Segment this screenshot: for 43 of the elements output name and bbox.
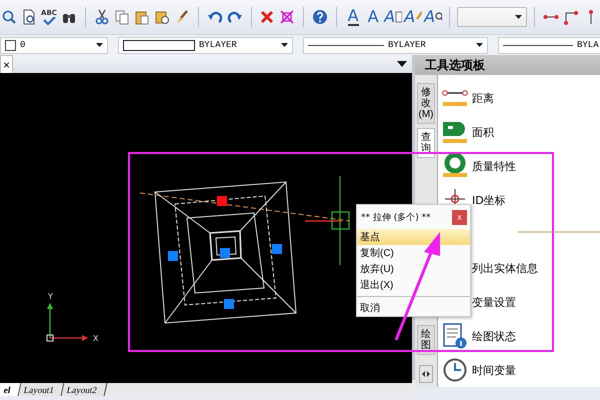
close-tab-button[interactable]: × — [0, 55, 14, 73]
palette-side-tab[interactable]: 查询 — [417, 128, 435, 158]
layer-dropdown[interactable]: 0 — [0, 36, 108, 54]
y-axis-label: Y — [48, 292, 53, 301]
palette-side-tab[interactable]: 绘图 — [417, 325, 435, 355]
palette-tool-item[interactable]: 质量特性 — [442, 149, 600, 183]
grip-marker[interactable] — [272, 244, 282, 254]
caret-icon — [281, 43, 288, 47]
palette-tool-item[interactable]: 时间变量 — [442, 353, 600, 387]
grip-marker[interactable] — [168, 251, 178, 261]
grip-marker[interactable] — [224, 299, 234, 309]
clock-icon — [442, 357, 468, 383]
grip-marker[interactable] — [217, 196, 227, 206]
linetype-dropdown[interactable]: BYLAYER — [303, 36, 488, 54]
layout-tab[interactable]: Layout2 — [61, 383, 107, 396]
menu-item[interactable]: 复制(C) — [357, 245, 470, 261]
grip-marker[interactable] — [220, 248, 230, 258]
menu-item[interactable]: 放弃(U) — [357, 261, 470, 277]
rubber-band-line — [305, 220, 342, 222]
ucs-axes-icon — [46, 303, 88, 342]
menu-item[interactable]: 基点 — [357, 229, 470, 245]
lineweight-dropdown[interactable]: BYLA — [498, 36, 600, 54]
menu-item[interactable]: 取消 — [357, 300, 470, 316]
close-button[interactable]: x — [452, 210, 467, 224]
context-menu-title: ** 拉伸 (多个) ** — [361, 212, 431, 224]
layout-tab[interactable]: Layout1 — [18, 383, 64, 396]
palette-side-tab[interactable]: 修改(M) — [417, 83, 435, 124]
list-info-icon — [442, 323, 468, 349]
dropdown-arrow-icon[interactable] — [397, 61, 407, 67]
caret-icon — [96, 43, 103, 47]
menu-item[interactable]: 退出(X) — [357, 277, 470, 293]
palette-title: 工具选项板 — [415, 55, 600, 75]
area-icon — [442, 119, 468, 145]
scroll-arrows-icon[interactable] — [419, 365, 433, 383]
x-axis-label: X — [93, 334, 98, 343]
layout-tab[interactable]: el — [0, 383, 21, 396]
caret-icon — [515, 15, 522, 19]
palette-tool-item[interactable]: 面积 — [442, 115, 600, 149]
ring-icon — [442, 153, 468, 179]
color-dropdown[interactable]: BYLAYER — [118, 36, 293, 54]
palette-tool-item[interactable]: 距离 — [442, 81, 600, 115]
palette-tool-item[interactable]: 绘图状态 — [442, 319, 600, 353]
caret-icon — [476, 43, 483, 47]
